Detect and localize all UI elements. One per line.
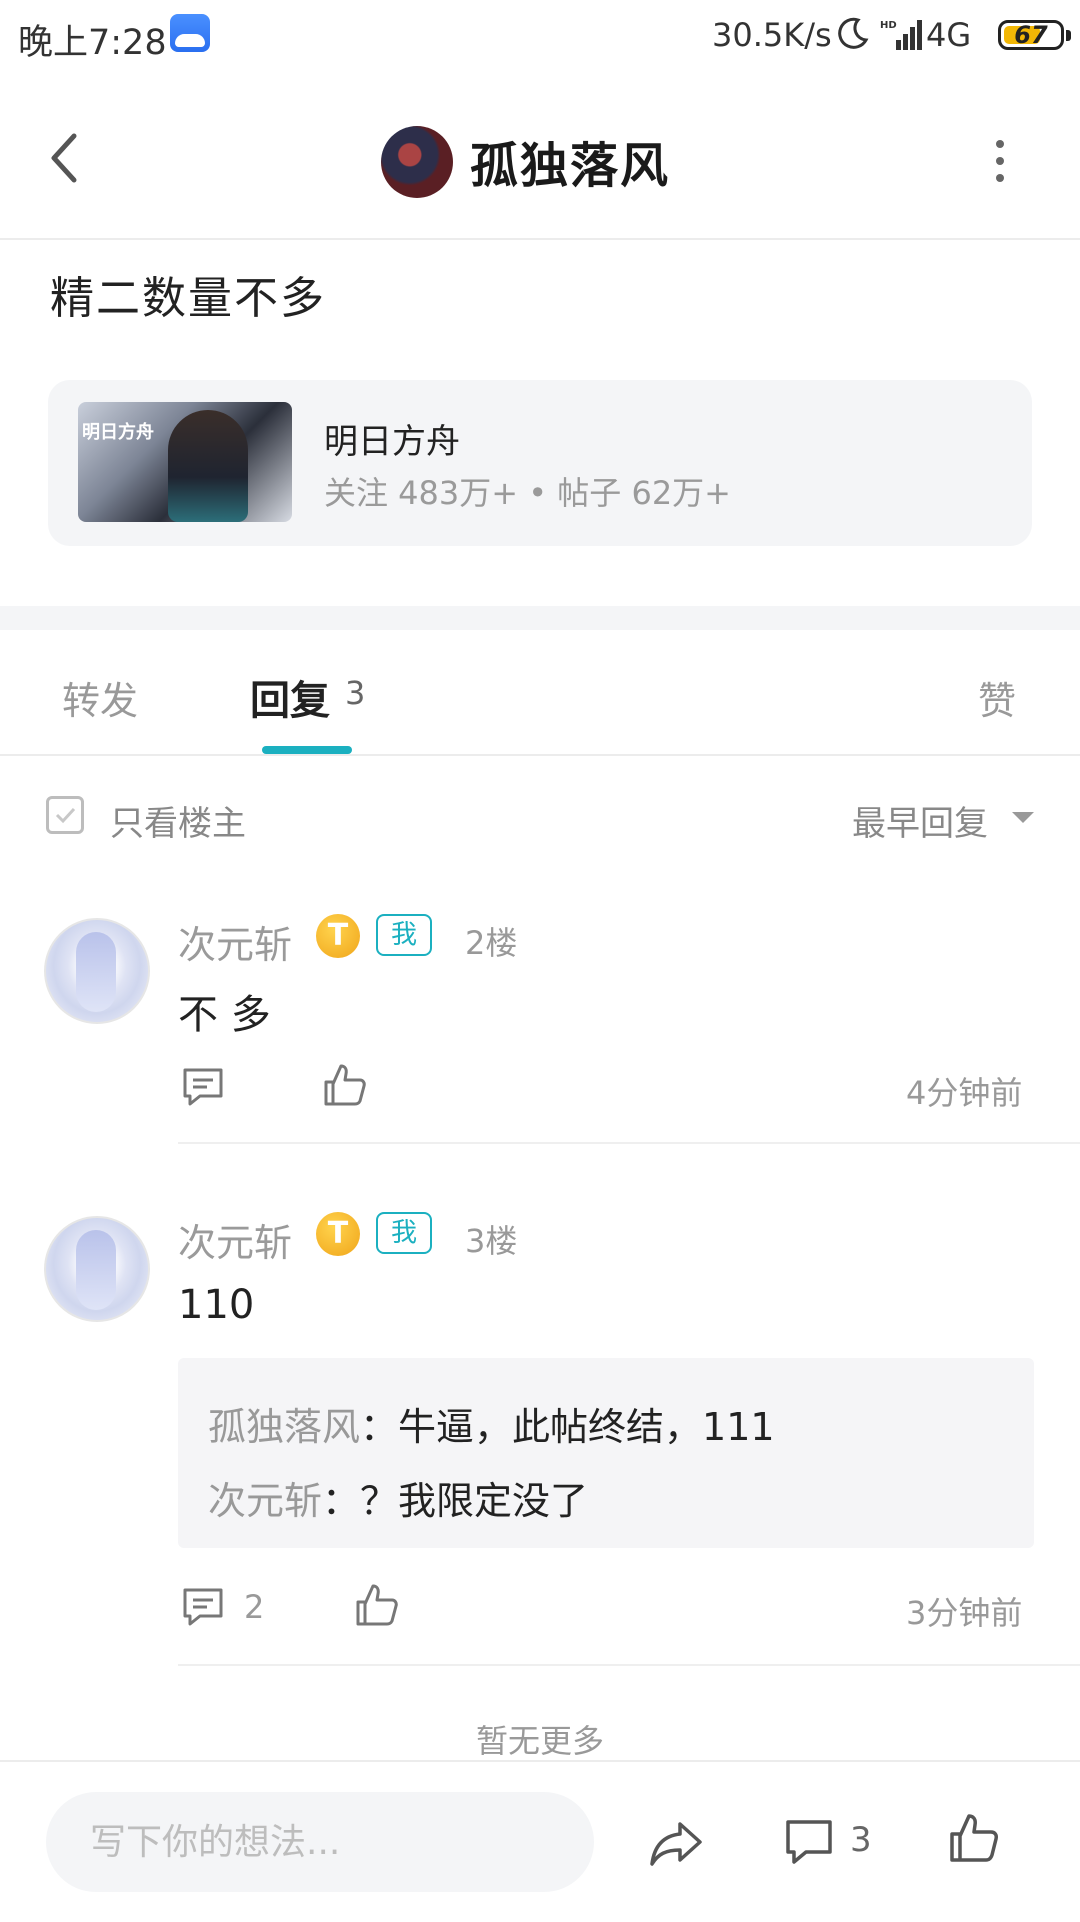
network-type: 4G [926,16,972,54]
no-more-label: 暂无更多 [475,1722,604,1760]
tab-divider [0,754,1080,756]
floor-number: 2楼 [465,924,518,962]
bottom-action-bar: 3 [0,1760,1080,1922]
comment-icon[interactable] [180,1064,226,1110]
battery-icon: 67 [998,20,1071,50]
signal-icon: HD [880,20,922,50]
reply-text: ：？我限定没了 [322,1479,589,1523]
network-speed: 30.5K/s [712,16,832,54]
back-arrow-icon[interactable] [44,130,84,186]
top-header: 孤独落风 [0,74,1080,240]
comment-time: 3分钟前 [906,1594,1023,1632]
post-content: 精二数量不多 [50,273,326,324]
tab-like[interactable]: 赞 [978,670,1016,725]
section-divider [0,606,1080,630]
author-avatar[interactable] [381,126,453,198]
status-bar: 晚上7:28 30.5K/s HD 4G 67 [0,0,1080,74]
commenter-avatar[interactable] [44,918,150,1024]
comment-time: 4分钟前 [906,1074,1023,1112]
tab-reply[interactable]: 回复 [250,668,330,726]
only-op-checkbox[interactable] [46,796,84,834]
commenter-avatar[interactable] [44,1216,150,1322]
active-tab-indicator [262,746,352,754]
share-icon[interactable] [648,1818,704,1868]
comment-text: 不 多 [178,992,271,1038]
thumbs-up-icon[interactable] [948,1812,1000,1864]
reply-preview-line: 次元斩：？我限定没了 [208,1470,588,1525]
thumbs-up-icon[interactable] [354,1582,400,1628]
status-time: 晚上7:28 [18,23,167,63]
community-thumbnail: 明日方舟 [78,402,292,522]
moon-icon [838,17,869,49]
check-icon [55,807,76,824]
sort-dropdown[interactable]: 最早回复 [852,796,988,845]
level-badge-icon: T [316,914,360,958]
thumbs-up-icon[interactable] [322,1062,368,1108]
more-options-icon[interactable] [990,136,1010,186]
svg-text:HD: HD [880,20,897,31]
me-badge: 我 [376,914,432,956]
reply-user[interactable]: 孤独落风 [208,1405,360,1449]
comment-divider [178,1664,1080,1666]
reply-preview-box[interactable]: 孤独落风：牛逼，此帖终结，111 次元斩：？我限定没了 [178,1358,1034,1548]
reply-user[interactable]: 次元斩 [208,1479,322,1523]
community-name: 明日方舟 [324,422,460,462]
comment-divider [178,1142,1080,1144]
author-name[interactable]: 孤独落风 [470,126,670,196]
comment-icon[interactable] [180,1584,226,1630]
tab-reply-count: 3 [345,674,366,712]
reply-preview-line: 孤独落风：牛逼，此帖终结，111 [208,1396,775,1451]
battery-percent: 67 [1014,21,1048,49]
reply-count: 2 [244,1588,265,1626]
me-badge: 我 [376,1212,432,1254]
community-card[interactable]: 明日方舟 明日方舟 关注 483万+ • 帖子 62万+ [48,380,1032,546]
floor-number: 3楼 [465,1222,518,1260]
tab-forward[interactable]: 转发 [62,670,138,725]
commenter-name[interactable]: 次元斩 [178,1212,292,1267]
level-badge-icon: T [316,1212,360,1256]
compose-input[interactable] [46,1792,594,1892]
chevron-down-icon[interactable] [1012,812,1034,823]
reply-text: ：牛逼，此帖终结，111 [360,1405,775,1449]
comment-icon[interactable] [784,1818,834,1866]
community-stats: 关注 483万+ • 帖子 62万+ [324,474,731,512]
comment-text: 110 [178,1282,255,1328]
commenter-name[interactable]: 次元斩 [178,914,292,969]
only-op-label[interactable]: 只看楼主 [110,796,246,845]
comment-count: 3 [850,1820,872,1860]
app-notification-icon [170,14,210,52]
